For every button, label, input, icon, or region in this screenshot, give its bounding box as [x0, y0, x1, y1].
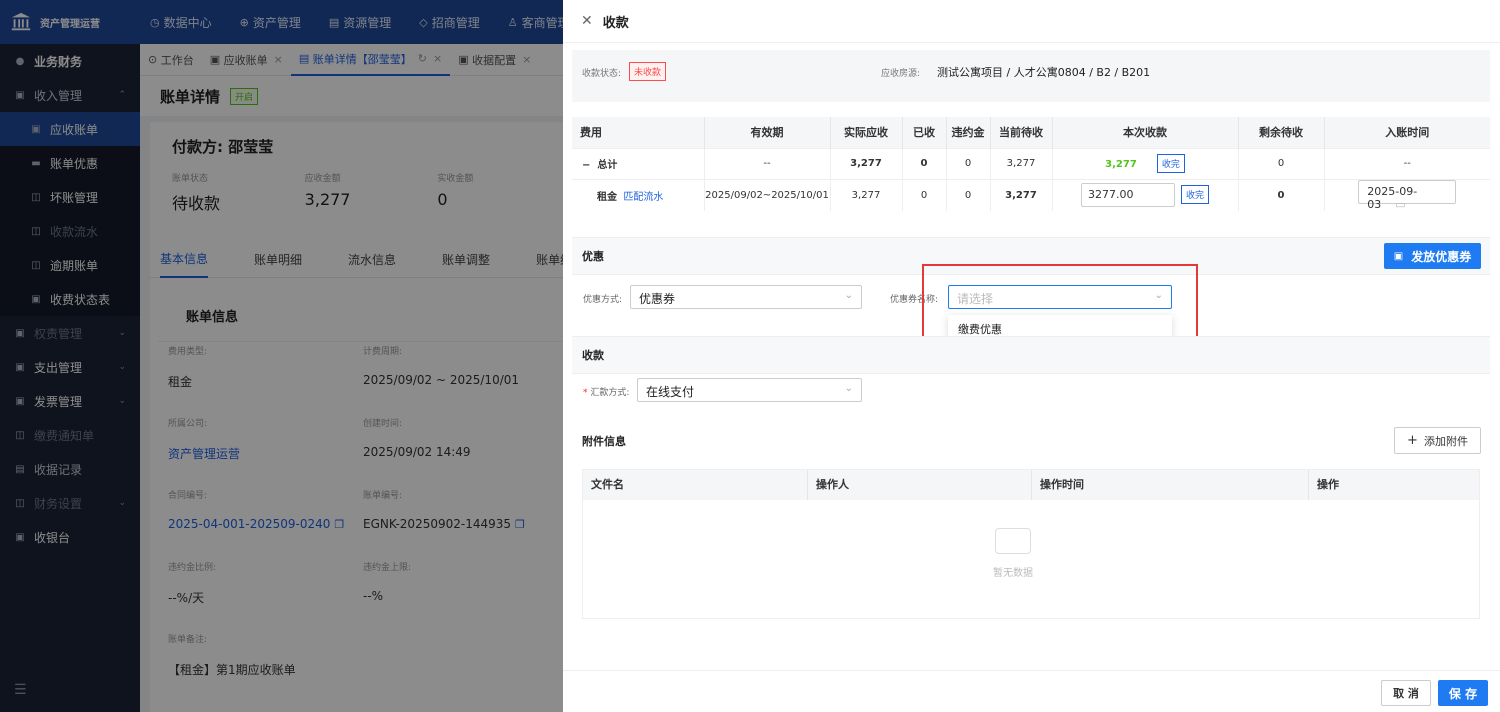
- payment-method-label: * 汇款方式:: [583, 388, 630, 398]
- empty-text: 暂无数据: [993, 568, 1033, 579]
- col-header: 有效期: [704, 117, 831, 148]
- cell: 3,277: [990, 178, 1053, 211]
- cell: 0: [946, 178, 991, 211]
- col-header: 入账时间: [1324, 117, 1490, 148]
- cell: --: [704, 147, 831, 179]
- col-header: 实际应收: [830, 117, 903, 148]
- issue-coupon-button[interactable]: ▣ 发放优惠券: [1384, 243, 1481, 269]
- attach-section-header: 附件信息: [572, 422, 1490, 460]
- source-label: 应收房源:: [881, 69, 921, 79]
- close-icon[interactable]: ✕: [581, 13, 593, 29]
- total-label: 总计: [597, 160, 618, 171]
- col-header: 文件名: [583, 470, 808, 500]
- cell: 3,277 收完: [1052, 147, 1239, 179]
- coupon-icon: ▣: [1393, 250, 1404, 262]
- cell: 2025/09/02~2025/10/01: [704, 178, 831, 211]
- cell: --: [1324, 147, 1490, 179]
- cell: 0: [1238, 147, 1325, 179]
- col-header: 操作人: [808, 470, 1032, 500]
- cell: 3277.00 收完: [1052, 178, 1239, 211]
- cell: 0: [902, 147, 947, 179]
- col-header: 违约金: [946, 117, 991, 148]
- cell: 0: [946, 147, 991, 179]
- cell: 租金 匹配流水: [572, 178, 705, 211]
- col-header: 操作: [1317, 478, 1339, 491]
- col-header: 费用: [572, 117, 705, 148]
- match-flow-link[interactable]: 匹配流水: [623, 192, 663, 203]
- amount-input[interactable]: 3277.00: [1080, 183, 1175, 207]
- col-header: 当前待收: [990, 117, 1053, 148]
- drawer-header: ✕ 收款: [563, 0, 1500, 43]
- col-header: 已收: [902, 117, 947, 148]
- table-header: 文件名 操作人 操作时间 操作: [583, 470, 1479, 500]
- cell: 3,277: [830, 147, 903, 179]
- section-title: 附件信息: [582, 435, 626, 448]
- cell: 2025-09-03 ▭: [1324, 178, 1490, 211]
- col-header: 剩余待收: [1238, 117, 1325, 148]
- discount-method-select[interactable]: 优惠券 ⌄: [630, 285, 862, 309]
- drawer-footer: 取 消 保 存: [563, 670, 1500, 712]
- add-attachment-button[interactable]: + 添加附件: [1394, 427, 1481, 454]
- table-header: 费用 有效期 实际应收 已收 违约金 当前待收 本次收款 剩余待收 入账时间: [572, 117, 1490, 148]
- fee-name: 租金: [597, 191, 617, 203]
- col-header: 本次收款: [1052, 117, 1239, 148]
- cancel-button[interactable]: 取 消: [1381, 680, 1431, 706]
- section-title: 收款: [582, 349, 604, 362]
- fee-table: 费用 有效期 实际应收 已收 违约金 当前待收 本次收款 剩余待收 入账时间 −…: [572, 117, 1490, 211]
- select-value: 优惠券: [639, 292, 676, 306]
- status-panel: 收款状态: 未收款 应收房源: 测试公寓项目 / 人才公寓0804 / B2 /…: [572, 50, 1490, 102]
- empty-state: 暂无数据: [973, 528, 1053, 579]
- payment-method-select[interactable]: 在线支付 ⌄: [637, 378, 862, 402]
- payment-drawer: ✕ 收款 收款状态: 未收款 应收房源: 测试公寓项目 / 人才公寓0804 /…: [563, 0, 1500, 712]
- select-value: 在线支付: [646, 385, 695, 399]
- cell: 0: [902, 178, 947, 211]
- empty-box-icon: [995, 528, 1031, 554]
- cell: 0: [1238, 178, 1325, 211]
- col-header: 操作时间: [1032, 470, 1309, 500]
- status-badge: 未收款: [629, 62, 667, 81]
- collect-all-button[interactable]: 收完: [1180, 185, 1209, 204]
- chevron-down-icon: ⌄: [844, 290, 853, 301]
- table-row: 租金 匹配流水 2025/09/02~2025/10/01 3,277 0 0 …: [572, 178, 1490, 211]
- cell: 3,277: [990, 147, 1053, 179]
- date-value: 2025-09-03: [1367, 184, 1418, 211]
- save-button[interactable]: 保 存: [1438, 680, 1488, 706]
- total-cell: − 总计: [572, 147, 705, 179]
- label-text: 汇款方式:: [590, 388, 630, 398]
- date-picker[interactable]: 2025-09-03 ▭: [1358, 179, 1457, 211]
- button-label: 发放优惠券: [1411, 249, 1472, 264]
- modal-overlay[interactable]: [0, 0, 563, 712]
- plus-icon: +: [1407, 433, 1418, 448]
- source-value: 测试公寓项目 / 人才公寓0804 / B2 / B201: [937, 66, 1151, 79]
- discount-method-label: 优惠方式:: [583, 295, 623, 305]
- collect-all-button[interactable]: 收完: [1156, 154, 1185, 173]
- payment-section-header: 收款: [572, 336, 1490, 374]
- drawer-title: 收款: [602, 15, 629, 31]
- table-row-total: − 总计 -- 3,277 0 0 3,277 3,277 收完 0 --: [572, 147, 1490, 179]
- section-title: 优惠: [582, 250, 604, 263]
- collapse-icon[interactable]: −: [582, 160, 590, 171]
- chevron-down-icon: ⌄: [844, 383, 853, 394]
- status-label: 收款状态:: [582, 69, 622, 79]
- app-root: 资产管理运营 ◷ 数据中心 ⊕ 资产管理 ▤ 资源管理 ◇ 招商管理 ♙ 客商管理 ● 业务…: [0, 0, 1500, 712]
- this-amount: 3,277: [1105, 159, 1137, 170]
- cell: 3,277: [830, 178, 903, 211]
- calendar-icon: ▭: [1395, 197, 1406, 211]
- button-label: 添加附件: [1423, 434, 1468, 448]
